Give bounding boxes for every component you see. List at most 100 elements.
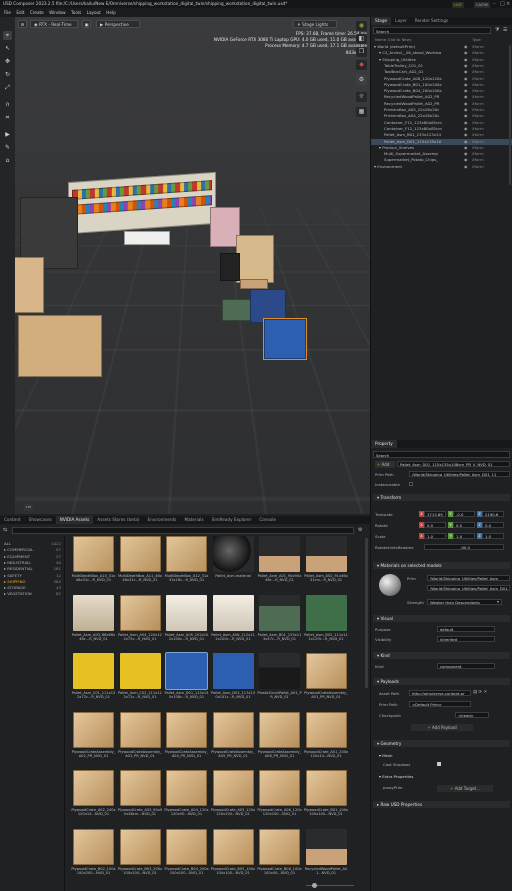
asset-tile[interactable]: PlywoodCrate_B03_200x100x100...NVD_01 [118,828,163,887]
visibility-eye-icon[interactable]: ◉ [464,139,467,145]
rotate-z-field[interactable]: 0.0 [482,522,504,528]
category-item[interactable]: ALL 1022 [4,541,61,546]
materials-header[interactable]: ▾ Materials on selected models [373,562,510,569]
asset-tile[interactable]: PlywoodCrate_B02_100x100x200...NVD_01 [71,828,116,887]
visibility-eye-icon[interactable]: ◉ [464,164,467,170]
asset-tile[interactable]: Pallet_Asm_A06_112x112x100c...R_NVD_01 [211,594,256,653]
visibility-eye-icon[interactable]: ◉ [464,63,467,69]
tree-row[interactable]: PrintersBox_A04_22x28x20c ◉ Xform [371,113,512,119]
close-icon[interactable]: × [506,0,510,8]
tree-row[interactable]: PlywoodCrate_B01_100x100x ◉ Xform [371,82,512,88]
visibility-eye-icon[interactable]: ◉ [464,57,467,63]
visibility-eye-icon[interactable]: ◉ [464,50,467,56]
tree-row[interactable]: Container_F12_123x80x85cm ◉ Xform [371,120,512,126]
rotate-tool-icon[interactable]: ↻ [3,70,12,79]
asset-tile[interactable]: PlywoodCrateAssembly_A06_PR_NVD_01 [257,711,302,770]
stamp-tool-icon[interactable]: ⌂ [3,156,12,165]
visibility-eye-icon[interactable]: ◉ [464,151,467,157]
visibility-eye-icon[interactable]: ◉ [464,120,467,126]
display-icon[interactable]: ▣ [82,20,91,28]
tree-row[interactable]: RecycledWoodPallet_A02_PR ◉ Xform [371,101,512,107]
asset-tile[interactable]: PlywoodCrateAssembly_A03_PR_NVD_01 [118,711,163,770]
tree-row[interactable]: PlywoodCrate_B04_200x100x ◉ Xform [371,88,512,94]
content-tab[interactable]: Environments [144,516,181,524]
stage-search-input[interactable]: Search [373,27,491,34]
grid-icon[interactable]: ▦ [356,107,367,117]
asset-path-field[interactable]: http://omniverse-content-pr [409,690,471,696]
gear-icon[interactable]: ⚙ [358,527,362,533]
translate-y-field[interactable]: -0.0 [453,511,475,517]
asset-tile[interactable]: PlywoodCrate_A06_120x120x100...NVD_01 [257,770,302,828]
tree-row[interactable]: ▾ Environment ◉ Xform [371,164,512,170]
tree-row[interactable]: PlywoodCrate_A08_120x120x ◉ Xform [371,76,512,82]
checkpoint-dropdown[interactable]: <head> [455,712,489,718]
asset-tile[interactable]: Pallet_Asm_A05_102x102x100c...R_NVD_01 [164,594,209,653]
move-tool-icon[interactable]: ✥ [3,57,12,66]
add-target-button[interactable]: + Add Target... [437,785,493,792]
visibility-eye-icon[interactable]: ◉ [464,113,467,119]
visibility-eye-icon[interactable]: ◉ [464,126,467,132]
cast-shadows-checkbox[interactable] [437,762,441,766]
mesh-header[interactable]: ▾ Mesh [379,753,392,758]
viewport-settings-icon[interactable]: ⚙ [18,20,27,28]
slider-thumb[interactable] [312,882,317,888]
asset-tile[interactable]: RecycledWoodPallet_A01...NVD_01 [304,828,349,887]
scale-y-field[interactable]: 1.0 [453,533,475,539]
rotate-y-field[interactable]: 0.0 [453,522,475,528]
units-badge[interactable]: cm [24,504,33,511]
visibility-eye-icon[interactable]: ◉ [464,76,467,82]
kind-dropdown[interactable]: component [437,663,495,669]
gear-icon[interactable]: ⚙ [356,75,367,85]
cache-badge[interactable]: CACHE [474,1,491,8]
content-tab[interactable]: Console [255,516,280,524]
material-path-field[interactable]: /World/Shipping_Utilities/Pallet_Asm_D01 [427,585,510,591]
snap-tool-icon[interactable]: ∩ [3,100,12,109]
tree-row[interactable]: ▾ World (defaultPrim) ◉ Xform [371,44,512,50]
folder-icon[interactable]: ⇆ [3,527,7,533]
content-tab[interactable]: Content [0,516,25,524]
tab-property[interactable]: Property [371,440,397,448]
tree-row[interactable]: ▾ Shipping_Utilities ◉ Xform [371,57,512,63]
tab-layer[interactable]: Layer [391,17,411,25]
purpose-dropdown[interactable]: default [437,626,495,632]
tree-row[interactable]: Pallet_Asm_D01_115x135x10 ◉ Xform [371,138,512,145]
content-tab[interactable]: Materials [180,516,207,524]
prim-path-field[interactable]: /World/Shipping_Utilities/Pallet_Asm_D01… [409,471,510,477]
scale-tool-icon[interactable]: ⤢ [3,83,12,92]
asset-tile[interactable]: PlywoodCrate_B01_100x100x100...NVD_01 [304,770,349,828]
category-item[interactable]: ▸ VEGETATION 82 [4,591,61,596]
asset-tile[interactable]: PlywoodCrateAssembly_A01_PR_NVD_01 [304,653,349,711]
tree-row[interactable]: Container_F12_123x80x85cm ◉ Xform [371,126,512,132]
material-prim-field[interactable]: /World/Shipping_Utilities/Pallet_Asm [427,575,510,581]
menu-window[interactable]: Window [49,10,66,15]
content-search-input[interactable] [12,527,354,534]
asset-tile[interactable]: Pallet_Asm_A01_90x90x46c...R_NVD_01 [257,536,302,594]
translate-x-field[interactable]: 1713.89 [424,511,446,517]
asset-tile[interactable]: PlywoodCrateAssembly_A02_PR_NVD_01 [71,711,116,770]
nvidia-icon[interactable]: ◉ [356,21,367,31]
payloads-header[interactable]: ▾ Payloads [373,678,510,685]
menu-layout[interactable]: Layout [87,10,101,15]
asset-tile[interactable]: PlywoodCrate_B06_100x100x50...NVD_01 [257,828,302,887]
visibility-eye-icon[interactable]: ◉ [464,132,467,138]
asset-tile[interactable]: Pallet_Asm_B01_133x113x47c...R_NVD_01 [257,594,302,653]
viewport[interactable]: ⚙ ◉ RTX - Real-Time ▣ ▶ Perspective ☀ St… [0,17,370,514]
visibility-eye-icon[interactable]: ◉ [464,69,467,75]
asset-tile[interactable]: Pallet_Asm.material [211,536,256,594]
column-name[interactable]: Name (Old to New) [375,37,411,42]
tree-row[interactable]: PrintersBox_A05_22x28x20c ◉ Xform [371,107,512,113]
instanceable-checkbox[interactable] [409,482,413,486]
content-scrollbar[interactable] [365,538,368,688]
tree-row[interactable]: ▾ C3_Arvind__56_stand_Worksta ◉ Xform [371,50,512,56]
visibility-eye-icon[interactable]: ◉ [464,101,467,107]
translate-z-field[interactable]: 2190.6 [482,511,504,517]
asset-tile[interactable]: PlywoodCrate_A05_120x120x100...NVD_01 [211,770,256,828]
asset-tile[interactable]: Pallet_Asm_D02_117x130x141c...R_NVD_01 [211,653,256,711]
category-item[interactable]: ▸ INDUSTRIAL 40 [4,560,61,565]
category-item[interactable]: ▸ RESIDENTIAL 181 [4,566,61,571]
transform-header[interactable]: ▾ Transform [373,494,510,501]
asset-tile[interactable]: PlywoodCrateAssembly_A05_PR_NVD_01 [211,711,256,770]
asset-tile[interactable]: Pallet_Asm_A04_120x122x75c...R_NVD_01 [118,594,163,653]
asset-tile[interactable]: PlywoodCrate_A03_90x90x46cm...NVD_01 [118,770,163,828]
geometry-header[interactable]: ▾ Geometry [373,740,510,747]
